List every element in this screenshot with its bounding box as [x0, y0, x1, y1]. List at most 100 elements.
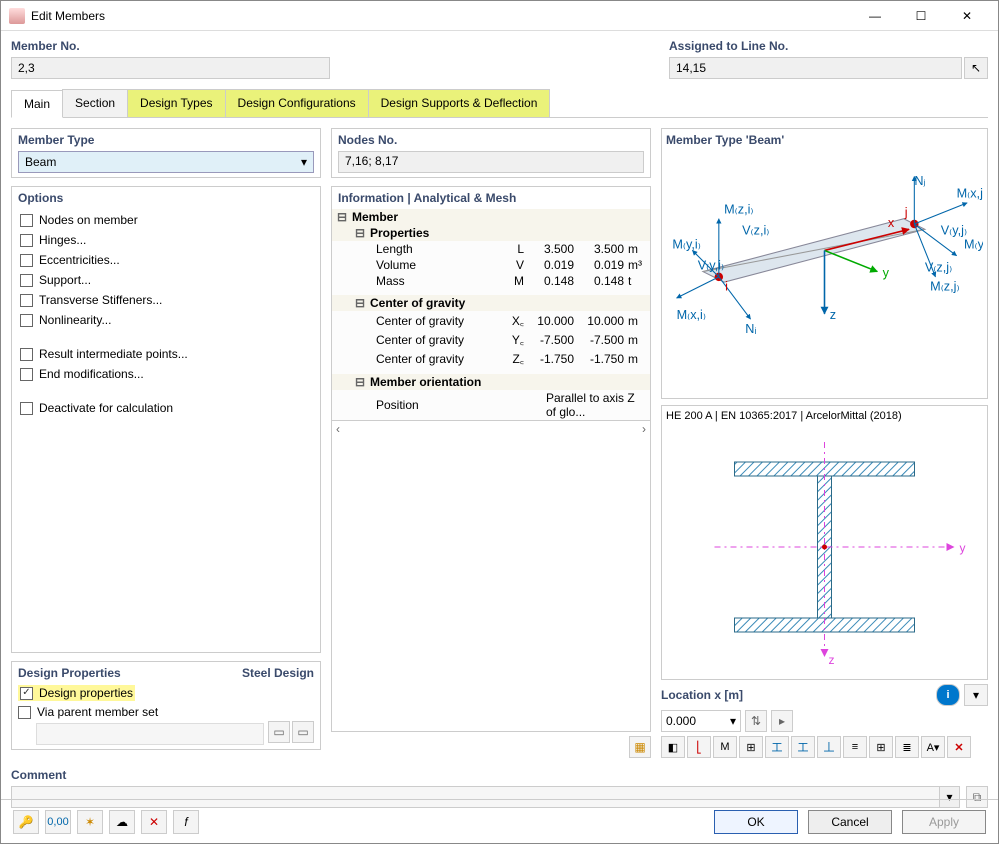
tab-design-types[interactable]: Design Types — [127, 89, 226, 117]
help-button[interactable]: 🔑 — [13, 810, 39, 834]
svg-text:z: z — [829, 653, 835, 667]
design-properties-label: Design Properties — [18, 666, 121, 680]
collapse-icon[interactable]: ⊟ — [336, 210, 348, 224]
titlebar: Edit Members — ☐ ✕ — [1, 1, 998, 31]
tb-btn-8[interactable]: ≡ — [843, 736, 867, 758]
assigned-input[interactable] — [669, 57, 962, 79]
tb-btn-5[interactable]: 工 — [765, 736, 789, 758]
info-title: Information | Analytical & Mesh — [332, 187, 650, 209]
tb-btn-1[interactable]: ◧ — [661, 736, 685, 758]
tb-btn-2[interactable]: ⎣ — [687, 736, 711, 758]
ok-button[interactable]: OK — [714, 810, 798, 834]
tb-btn-6[interactable]: 工 — [791, 736, 815, 758]
tree-settings-button[interactable]: ▦ — [629, 736, 651, 758]
collapse-icon[interactable]: ⊟ — [354, 226, 366, 240]
member-type-group: Member Type Beam ▾ — [11, 128, 321, 178]
tree-scrollbar[interactable]: ‹› — [332, 420, 650, 436]
pointer-icon: ↖ — [971, 61, 981, 75]
right-toolbar: ◧ ⎣ M ⊞ 工 工 丄 ≡ ⊞ ≣ A▾ ✕ — [661, 736, 988, 758]
svg-text:x: x — [888, 216, 895, 230]
svg-text:Nⱼ: Nⱼ — [914, 174, 925, 188]
nodes-group: Nodes No. 7,16; 8,17 — [331, 128, 651, 178]
svg-text:M₍z,j₎: M₍z,j₎ — [930, 280, 959, 294]
spin-up-down[interactable]: ⇅ — [745, 710, 767, 732]
svg-text:M₍x,j₎: M₍x,j₎ — [957, 187, 983, 201]
member-type-select[interactable]: Beam ▾ — [18, 151, 314, 173]
tab-design-config[interactable]: Design Configurations — [225, 89, 369, 117]
grid-icon: ▦ — [634, 740, 645, 754]
tb-btn-delete[interactable]: ✕ — [947, 736, 971, 758]
options-label: Options — [18, 191, 314, 205]
parent-new-button[interactable]: ▭ — [268, 721, 290, 743]
parent-member-set-input[interactable] — [36, 723, 264, 745]
parent-edit-button[interactable]: ▭ — [292, 721, 314, 743]
tab-main[interactable]: Main — [11, 90, 63, 118]
calc-button[interactable]: ☁ — [109, 810, 135, 834]
tb-btn-4[interactable]: ⊞ — [739, 736, 763, 758]
tab-section[interactable]: Section — [62, 89, 128, 117]
delete-icon: ✕ — [149, 815, 159, 829]
script-icon: f — [184, 815, 187, 829]
tb-btn-11[interactable]: A▾ — [921, 736, 945, 758]
svg-text:z: z — [830, 308, 836, 322]
tb-btn-10[interactable]: ≣ — [895, 736, 919, 758]
chk-eccentricities[interactable]: Eccentricities... — [20, 253, 312, 267]
maximize-button[interactable]: ☐ — [898, 1, 944, 31]
collapse-icon[interactable]: ⊟ — [354, 375, 366, 389]
pick-line-button[interactable]: ↖ — [964, 57, 988, 79]
comment-label: Comment — [11, 768, 960, 782]
svg-text:V₍y,j₎: V₍y,j₎ — [941, 224, 967, 238]
nodes-value[interactable]: 7,16; 8,17 — [338, 151, 644, 173]
chk-design-properties[interactable]: Design properties — [20, 686, 133, 700]
chevron-down-icon: ▾ — [730, 714, 736, 728]
svg-text:V₍z,i₎: V₍z,i₎ — [742, 224, 769, 238]
close-button[interactable]: ✕ — [944, 1, 990, 31]
chk-hinges[interactable]: Hinges... — [20, 233, 312, 247]
svg-text:V₍z,j₎: V₍z,j₎ — [925, 261, 952, 275]
minimize-button[interactable]: — — [852, 1, 898, 31]
delete-button[interactable]: ✕ — [141, 810, 167, 834]
location-spinner[interactable]: 0.000 ▾ — [661, 710, 741, 732]
collapse-icon[interactable]: ⊟ — [354, 296, 366, 310]
app-icon — [9, 8, 25, 24]
chk-nonlinearity[interactable]: Nonlinearity... — [20, 313, 312, 327]
chk-deactivate[interactable]: Deactivate for calculation — [20, 401, 312, 415]
filter-button[interactable]: ▾ — [964, 684, 988, 706]
chk-result-intermediate[interactable]: Result intermediate points... — [20, 347, 312, 361]
nodes-label: Nodes No. — [338, 133, 644, 147]
info-button[interactable]: i — [936, 684, 960, 706]
assigned-label: Assigned to Line No. — [669, 39, 988, 53]
location-label: Location x [m] — [661, 688, 932, 702]
member-no-input[interactable] — [11, 57, 330, 79]
tb-btn-7[interactable]: 丄 — [817, 736, 841, 758]
window-title: Edit Members — [31, 9, 852, 23]
tabs: Main Section Design Types Design Configu… — [11, 89, 988, 118]
coords-button[interactable]: ✶ — [77, 810, 103, 834]
svg-text:M₍y,j₎: M₍y,j₎ — [964, 237, 983, 251]
info-tree: Information | Analytical & Mesh ⊟Member … — [331, 186, 651, 732]
member-type-label: Member Type — [18, 133, 314, 147]
chk-support[interactable]: Support... — [20, 273, 312, 287]
chk-end-modifications[interactable]: End modifications... — [20, 367, 312, 381]
svg-text:M₍x,i₎: M₍x,i₎ — [677, 308, 706, 322]
bottom-bar: 🔑 0,00 ✶ ☁ ✕ f OK Cancel Apply — [1, 799, 998, 843]
chk-transverse-stiffeners[interactable]: Transverse Stiffeners... — [20, 293, 312, 307]
units-button[interactable]: 0,00 — [45, 810, 71, 834]
member-no-label: Member No. — [11, 39, 330, 53]
beam-diagram: M₍z,i₎ V₍z,i₎ M₍y,i₎ V₍y,i₎ Nᵢ M₍x,i₎ i … — [666, 151, 983, 371]
script-button[interactable]: f — [173, 810, 199, 834]
tab-design-supports[interactable]: Design Supports & Deflection — [368, 89, 551, 117]
apply-button[interactable]: Apply — [902, 810, 986, 834]
tb-btn-9[interactable]: ⊞ — [869, 736, 893, 758]
tb-btn-3[interactable]: M — [713, 736, 737, 758]
svg-text:y: y — [883, 266, 890, 280]
chevron-down-icon: ▾ — [301, 155, 307, 169]
preview-caption: Member Type 'Beam' — [666, 133, 983, 147]
chk-via-parent[interactable]: Via parent member set — [18, 705, 314, 719]
chk-nodes-on-member[interactable]: Nodes on member — [20, 213, 312, 227]
svg-text:y: y — [960, 541, 966, 555]
play-button[interactable]: ▸ — [771, 710, 793, 732]
svg-text:M₍y,i₎: M₍y,i₎ — [672, 237, 700, 251]
cancel-button[interactable]: Cancel — [808, 810, 892, 834]
filter-icon: ▾ — [973, 688, 979, 702]
